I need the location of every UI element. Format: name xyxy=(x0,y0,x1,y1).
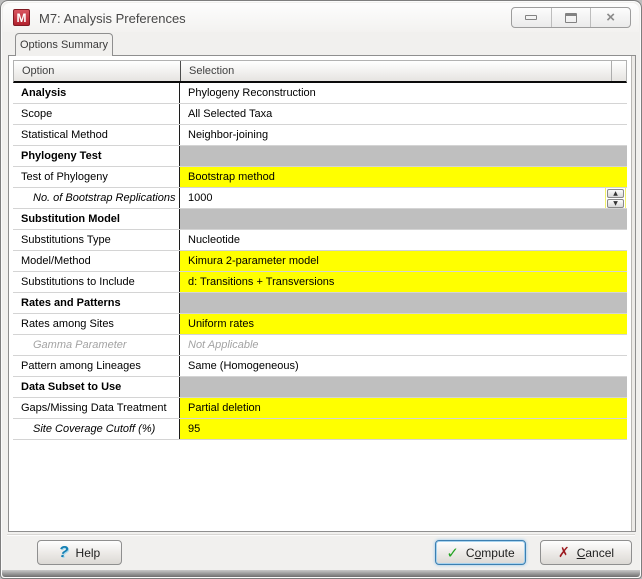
help-button[interactable]: ? Help xyxy=(37,540,122,565)
option-cell: Test of Phylogeny xyxy=(13,167,180,187)
maximize-icon xyxy=(565,12,577,23)
close-icon: × xyxy=(606,8,616,26)
table-row[interactable]: Rates and Patterns xyxy=(13,293,627,314)
selection-cell xyxy=(180,293,627,313)
option-cell: Rates among Sites xyxy=(13,314,180,334)
minimize-button[interactable] xyxy=(512,8,552,27)
table-row[interactable]: Gamma Parameter Not Applicable xyxy=(13,335,627,356)
table-row[interactable]: Phylogeny Test xyxy=(13,146,627,167)
selection-cell[interactable]: Phylogeny Reconstruction xyxy=(180,83,627,103)
options-table: Option Selection Analysis Phylogeny Recon… xyxy=(13,60,627,440)
table-row[interactable]: Site Coverage Cutoff (%) 95 xyxy=(13,419,627,440)
dialog-window: M M7: Analysis Preferences × Options Sum… xyxy=(0,0,642,579)
options-panel: Option Selection Analysis Phylogeny Recon… xyxy=(8,55,636,532)
window-bottom-edge xyxy=(2,570,640,577)
option-cell: Gaps/Missing Data Treatment xyxy=(13,398,180,418)
column-header-option[interactable]: Option xyxy=(14,61,181,81)
selection-cell xyxy=(180,209,627,229)
tab-options-summary[interactable]: Options Summary xyxy=(15,33,113,56)
selection-cell[interactable]: Neighbor-joining xyxy=(180,125,627,145)
table-row[interactable]: Substitution Model xyxy=(13,209,627,230)
table-row[interactable]: Data Subset to Use xyxy=(13,377,627,398)
spinner-up-icon[interactable]: ▲ xyxy=(607,189,624,198)
column-header-selection[interactable]: Selection xyxy=(181,61,611,81)
options-table-body: Analysis Phylogeny Reconstruction Scope All… xyxy=(13,83,627,440)
option-cell: Site Coverage Cutoff (%) xyxy=(13,419,180,439)
cancel-button-label: Cancel xyxy=(576,545,615,560)
cancel-x-icon: ✗ xyxy=(557,544,570,561)
selection-cell xyxy=(180,146,627,166)
table-row[interactable]: Scope All Selected Taxa xyxy=(13,104,627,125)
title-bar[interactable]: M M7: Analysis Preferences × xyxy=(3,3,639,32)
help-icon: ? xyxy=(58,543,69,561)
option-cell: Phylogeny Test xyxy=(13,146,180,166)
spinner-down-icon[interactable]: ▼ xyxy=(607,199,624,208)
table-row[interactable]: Test of Phylogeny Bootstrap method xyxy=(13,167,627,188)
option-cell: Substitutions Type xyxy=(13,230,180,250)
selection-cell[interactable]: 95 xyxy=(180,419,627,439)
option-cell: Analysis xyxy=(13,83,180,103)
option-cell: Statistical Method xyxy=(13,125,180,145)
cancel-button[interactable]: ✗ Cancel xyxy=(540,540,632,565)
selection-cell[interactable]: 1000 ▲ ▼ xyxy=(180,188,627,208)
table-row[interactable]: Statistical Method Neighbor-joining xyxy=(13,125,627,146)
compute-button-label: Compute xyxy=(465,545,515,560)
table-row[interactable]: Pattern among Lineages Same (Homogeneous) xyxy=(13,356,627,377)
window-controls: × xyxy=(511,7,631,28)
selection-cell[interactable]: Not Applicable xyxy=(180,335,627,355)
table-row[interactable]: No. of Bootstrap Replications 1000 ▲ ▼ xyxy=(13,188,627,209)
option-cell: Scope xyxy=(13,104,180,124)
mega-logo-icon: M xyxy=(13,9,30,26)
selection-cell xyxy=(180,377,627,397)
option-cell: Model/Method xyxy=(13,251,180,271)
minimize-icon xyxy=(525,15,538,20)
selection-cell[interactable]: Partial deletion xyxy=(180,398,627,418)
option-cell: Data Subset to Use xyxy=(13,377,180,397)
selection-cell[interactable]: Same (Homogeneous) xyxy=(180,356,627,376)
table-header: Option Selection xyxy=(13,60,627,83)
table-row[interactable]: Gaps/Missing Data Treatment Partial delet… xyxy=(13,398,627,419)
selection-cell[interactable]: Nucleotide xyxy=(180,230,627,250)
selection-cell[interactable]: Uniform rates xyxy=(180,314,627,334)
selection-cell[interactable]: Kimura 2-parameter model xyxy=(180,251,627,271)
option-cell: Rates and Patterns xyxy=(13,293,180,313)
table-row[interactable]: Analysis Phylogeny Reconstruction xyxy=(13,83,627,104)
table-row[interactable]: Substitutions to Include d: Transitions +… xyxy=(13,272,627,293)
check-icon: ✓ xyxy=(446,543,459,562)
table-row[interactable]: Substitutions Type Nucleotide xyxy=(13,230,627,251)
footer-separator xyxy=(7,534,635,536)
replications-spinner: ▲ ▼ xyxy=(605,188,626,208)
header-corner xyxy=(611,61,626,81)
close-button[interactable]: × xyxy=(591,8,630,27)
compute-button[interactable]: ✓ Compute xyxy=(435,540,526,565)
option-cell: Substitutions to Include xyxy=(13,272,180,292)
option-cell: Substitution Model xyxy=(13,209,180,229)
help-button-label: Help xyxy=(75,545,101,560)
option-cell: No. of Bootstrap Replications xyxy=(13,188,180,208)
selection-cell[interactable]: Bootstrap method xyxy=(180,167,627,187)
table-row[interactable]: Rates among Sites Uniform rates xyxy=(13,314,627,335)
maximize-button[interactable] xyxy=(552,8,592,27)
option-cell: Gamma Parameter xyxy=(13,335,180,355)
selection-cell[interactable]: d: Transitions + Transversions xyxy=(180,272,627,292)
selection-cell[interactable]: All Selected Taxa xyxy=(180,104,627,124)
window-title: M7: Analysis Preferences xyxy=(39,11,186,26)
option-cell: Pattern among Lineages xyxy=(13,356,180,376)
table-row[interactable]: Model/Method Kimura 2-parameter model xyxy=(13,251,627,272)
